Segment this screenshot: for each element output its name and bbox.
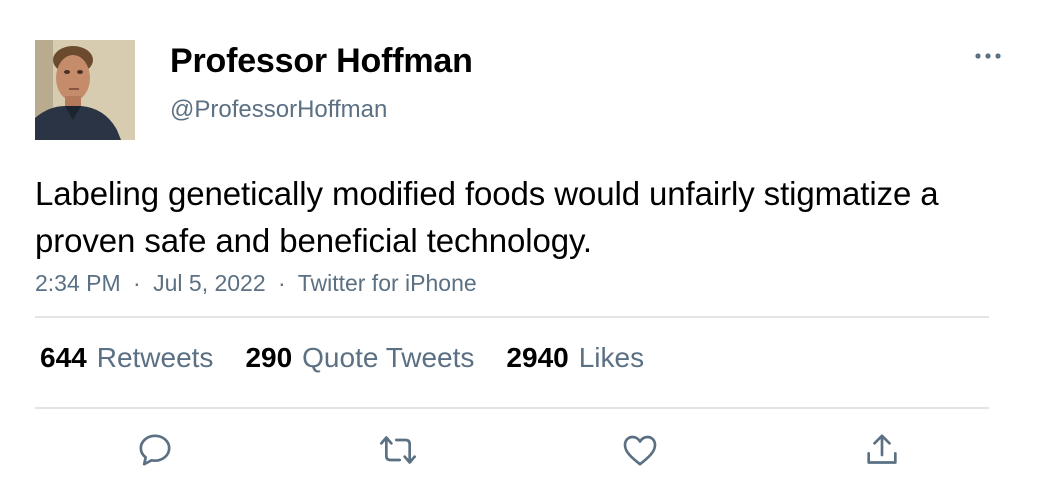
reply-icon <box>139 434 171 466</box>
likes-label: Likes <box>578 342 645 373</box>
more-options-button[interactable] <box>968 40 1008 70</box>
divider <box>35 407 989 409</box>
retweets-label: Retweets <box>96 342 214 373</box>
quote-tweets-label: Quote Tweets <box>302 342 475 373</box>
tweet-stats: 644 Retweets 290 Quote Tweets 2940 Likes <box>40 342 644 374</box>
retweet-icon <box>380 436 416 464</box>
tweet-text: Labeling genetically modified foods woul… <box>35 175 939 259</box>
tweet-card: Professor Hoffman @ProfessorHoffman Labe… <box>0 0 1050 480</box>
tweet-source[interactable]: Twitter for iPhone <box>298 270 477 296</box>
tweet-time[interactable]: 2:34 PM <box>35 270 121 296</box>
reply-button[interactable] <box>133 428 177 472</box>
tweet-date[interactable]: Jul 5, 2022 <box>153 270 266 296</box>
retweets-count: 644 <box>40 342 87 373</box>
retweet-button[interactable] <box>376 428 420 472</box>
likes-stat[interactable]: 2940 Likes <box>506 342 644 374</box>
display-name[interactable]: Professor Hoffman <box>170 42 473 81</box>
share-icon <box>867 434 897 464</box>
user-handle[interactable]: @ProfessorHoffman <box>170 96 387 124</box>
share-button[interactable] <box>860 428 904 472</box>
heart-icon <box>623 435 657 466</box>
like-button[interactable] <box>618 428 662 472</box>
quote-tweets-stat[interactable]: 290 Quote Tweets <box>245 342 474 374</box>
quote-tweets-count: 290 <box>245 342 293 373</box>
divider <box>35 316 989 318</box>
likes-count: 2940 <box>506 342 569 373</box>
meta-separator: · <box>133 270 141 296</box>
more-horizontal-icon <box>975 53 1001 59</box>
tweet-meta: 2:34 PM · Jul 5, 2022 · Twitter for iPho… <box>35 270 477 297</box>
avatar-photo <box>35 40 135 140</box>
meta-separator: · <box>278 270 286 296</box>
avatar[interactable] <box>35 40 135 140</box>
retweets-stat[interactable]: 644 Retweets <box>40 342 213 374</box>
